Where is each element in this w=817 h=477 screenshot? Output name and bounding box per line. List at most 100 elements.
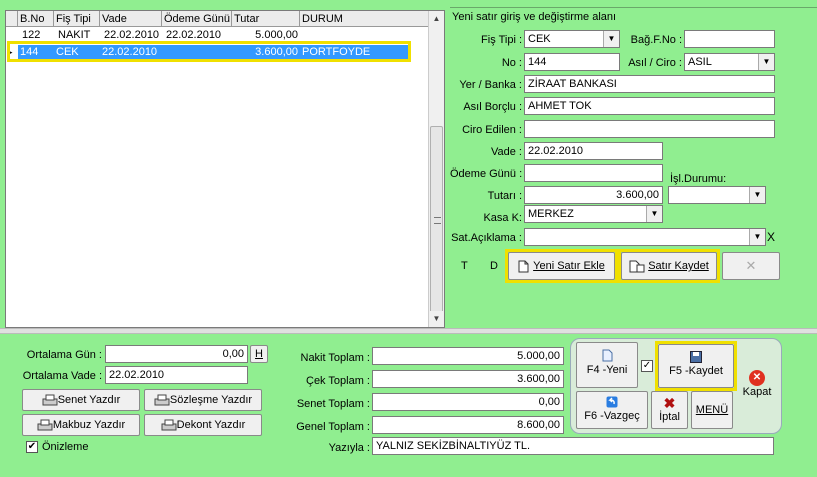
grid-header: B.No Fiş Tipi Vade Ödeme Günü Tutar DURU… [6, 11, 428, 27]
yaziyla-label: Yazıyla : [328, 442, 370, 454]
printer-icon [154, 394, 170, 406]
makbuz-yazdir-button[interactable]: Makbuz Yazdır [22, 414, 140, 436]
ortalama-vade-label: Ortalama Vade : [22, 370, 102, 382]
satir-iptal-button[interactable]: ✕ [722, 252, 780, 280]
ciro-edilen-label: Ciro Edilen : [462, 124, 522, 136]
cek-toplam-field[interactable]: 3.600,00 [372, 370, 564, 388]
dekont-yazdir-label: Dekont Yazdır [176, 419, 246, 431]
no-field[interactable]: 144 [524, 53, 620, 71]
col-bno[interactable]: B.No [18, 11, 54, 27]
menu-label: MENÜ [695, 404, 729, 416]
nakit-toplam-field[interactable]: 5.000,00 [372, 347, 564, 365]
satir-kaydet-highlight [618, 249, 720, 283]
cancel-x-icon: ✕ [745, 258, 757, 273]
col-tutar[interactable]: Tutar [232, 11, 300, 27]
odeme-gunu-field[interactable] [524, 164, 663, 182]
t-label: T [461, 260, 468, 272]
asil-ciro-label: Asıl / Ciro : [628, 57, 682, 69]
senet-toplam-field[interactable]: 0,00 [372, 393, 564, 411]
isl-durumu-select[interactable]: ▼ [668, 186, 766, 204]
tutar-field[interactable]: 3.600,00 [524, 186, 663, 204]
undo-icon [606, 396, 618, 408]
sozlesme-yazdir-label: Sözleşme Yazdır [169, 394, 253, 406]
col-durum[interactable]: DURUM [300, 11, 410, 27]
table-row[interactable]: 122 NAKIT 22.02.2010 22.02.2010 5.000,00 [6, 28, 428, 42]
f4-yeni-label: F4 -Yeni [586, 364, 628, 376]
makbuz-yazdir-label: Makbuz Yazdır [52, 419, 126, 431]
cell-durum [302, 28, 410, 42]
sozlesme-yazdir-button[interactable]: Sözleşme Yazdır [144, 389, 262, 411]
kasa-value: MERKEZ [528, 208, 574, 220]
f4-yeni-button[interactable]: F4 -Yeni [576, 342, 638, 388]
genel-toplam-label: Genel Toplam : [296, 421, 370, 433]
asil-borclu-field[interactable]: AHMET TOK [524, 97, 775, 115]
iptal-button[interactable]: ✖ İptal [651, 391, 688, 429]
scroll-up-icon[interactable]: ▲ [429, 11, 444, 27]
fis-tipi-select[interactable]: CEK ▼ [524, 30, 620, 48]
bag-fno-field[interactable] [684, 30, 775, 48]
chevron-down-icon[interactable]: ▼ [646, 206, 662, 222]
ortalama-gun-label: Ortalama Gün : [26, 349, 102, 361]
ortalama-gun-field[interactable]: 0,00 [105, 345, 248, 363]
printer-icon [42, 394, 58, 406]
col-vade[interactable]: Vade [100, 11, 162, 27]
h-button[interactable]: H [250, 345, 268, 363]
grid-scrollbar[interactable]: ▲ ▼ [428, 11, 444, 327]
senet-yazdir-button[interactable]: Senet Yazdır [22, 389, 140, 411]
asil-ciro-value: ASIL [688, 56, 712, 68]
selected-row-highlight [7, 41, 411, 62]
close-circle-icon: ✕ [749, 370, 765, 386]
grid-indicator-header [6, 11, 18, 27]
col-fis-tipi[interactable]: Fiş Tipi [54, 11, 100, 27]
kasa-label: Kasa K: [483, 212, 522, 224]
chevron-down-icon[interactable]: ▼ [758, 54, 774, 70]
asil-borclu-label: Asıl Borçlu : [463, 101, 522, 113]
vade-field[interactable]: 22.02.2010 [524, 142, 663, 160]
cell-bno: 122 [22, 29, 41, 41]
clear-x-label[interactable]: X [767, 230, 775, 244]
yeni-satir-highlight [505, 249, 618, 283]
onizleme-checkbox[interactable]: ✔ [26, 441, 38, 453]
col-odeme-gunu[interactable]: Ödeme Günü [162, 11, 232, 27]
h-label: H [255, 348, 263, 360]
isl-durumu-label: İşl.Durumu: [670, 173, 727, 185]
chevron-down-icon[interactable]: ▼ [749, 187, 765, 203]
odeme-gunu-label: Ödeme Günü : [450, 168, 523, 180]
printer-icon [37, 419, 53, 431]
sat-aciklama-select[interactable]: ▼ [524, 228, 766, 246]
yaziyla-field[interactable]: YALNIZ SEKİZBİNALTIYÜZ TL. [372, 437, 774, 455]
chevron-down-icon[interactable]: ▼ [603, 31, 619, 47]
sat-aciklama-label: Sat.Açıklama : [451, 232, 522, 244]
grip-icon [434, 217, 441, 224]
senet-toplam-label: Senet Toplam : [296, 398, 370, 410]
cell-tutar: 5.000,00 [255, 29, 298, 41]
fis-tipi-label: Fiş Tipi : [481, 34, 522, 46]
chevron-down-icon[interactable]: ▼ [749, 229, 765, 245]
delete-x-icon: ✖ [663, 395, 676, 411]
kapat-button[interactable]: ✕ Kapat [740, 370, 774, 398]
menu-button[interactable]: MENÜ [691, 391, 733, 429]
tutar-label: Tutarı : [487, 190, 522, 202]
scroll-down-icon[interactable]: ▼ [429, 311, 444, 327]
yer-banka-label: Yer / Banka : [459, 79, 522, 91]
bag-fno-label: Bağ.F.No : [630, 34, 682, 46]
cell-fis-tipi: NAKIT [58, 29, 91, 41]
yer-banka-field[interactable]: ZİRAAT BANKASI [524, 75, 775, 93]
no-label: No : [501, 57, 522, 69]
asil-ciro-select[interactable]: ASIL ▼ [684, 53, 775, 71]
ortalama-vade-field[interactable]: 22.02.2010 [105, 366, 248, 384]
scroll-thumb[interactable] [430, 126, 443, 316]
kasa-select[interactable]: MERKEZ ▼ [524, 205, 663, 223]
cek-toplam-label: Çek Toplam : [306, 375, 370, 387]
onizleme-label: Önizleme [42, 441, 89, 453]
dekont-yazdir-button[interactable]: Dekont Yazdır [144, 414, 262, 436]
printer-icon [161, 419, 177, 431]
kapat-label: Kapat [742, 386, 772, 398]
f6-vazgec-button[interactable]: F6 -Vazgeç [576, 391, 648, 429]
cell-vade: 22.02.2010 [104, 29, 160, 41]
f5-kaydet-highlight [655, 341, 737, 391]
f4-checkbox[interactable]: ✓ [641, 360, 653, 372]
genel-toplam-field[interactable]: 8.600,00 [372, 416, 564, 434]
ciro-edilen-field[interactable] [524, 120, 775, 138]
f6-vazgec-label: F6 -Vazgeç [584, 410, 640, 422]
